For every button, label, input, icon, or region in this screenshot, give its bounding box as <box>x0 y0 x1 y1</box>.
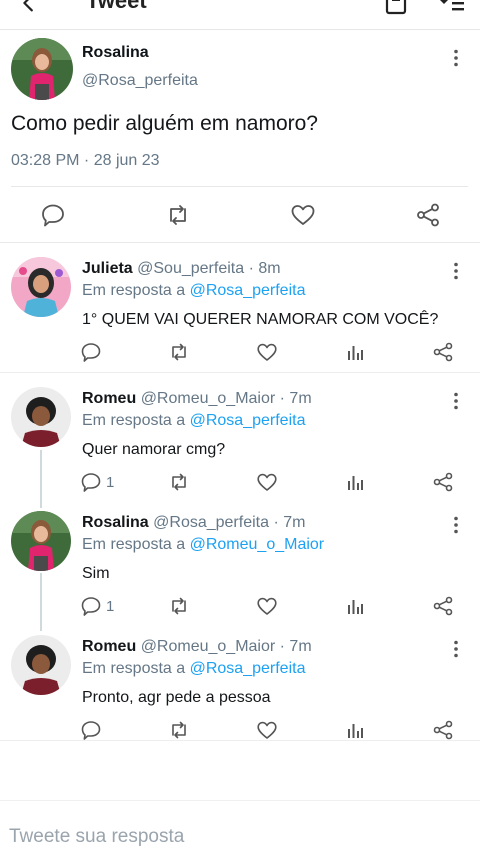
share-icon[interactable] <box>432 595 454 617</box>
settings-icon[interactable] <box>436 0 466 16</box>
like-icon[interactable] <box>256 719 278 741</box>
reply-to-link[interactable]: @Rosa_perfeita <box>190 660 306 677</box>
reply-author: Julieta @Sou_perfeita · 8m <box>82 260 281 278</box>
share-icon[interactable] <box>432 471 454 493</box>
reply-compose-bar[interactable]: Tweete sua resposta <box>0 800 480 860</box>
author-handle[interactable]: @Rosa_perfeita · 7m <box>153 514 305 531</box>
top-bar: Tweet <box>0 0 480 30</box>
more-options-icon[interactable] <box>446 639 466 659</box>
tweet-text: Como pedir alguém em namoro? <box>11 112 318 135</box>
page-title: Tweet <box>86 0 147 13</box>
reply-count: 1 <box>106 473 115 491</box>
reply-icon[interactable] <box>40 202 66 228</box>
author-name[interactable]: Julieta <box>82 260 133 277</box>
reply-context: Em resposta a @Rosa_perfeita <box>82 282 305 300</box>
reply-text: 1° QUEM VAI QUERER NAMORAR COM VOCÊ? <box>82 311 439 328</box>
main-tweet: Rosalina @Rosa_perfeita Como pedir algué… <box>0 30 480 243</box>
reply-tweet: Romeu @Romeu_o_Maior · 7m Em resposta a … <box>0 621 480 741</box>
retweet-icon[interactable] <box>165 202 191 228</box>
reply-prefix: Em resposta a <box>82 412 186 429</box>
reply-prefix: Em resposta a <box>82 536 186 553</box>
retweet-icon[interactable] <box>168 719 190 741</box>
analytics-icon[interactable] <box>344 341 366 363</box>
reply-icon[interactable] <box>80 595 102 617</box>
reply-to-link[interactable]: @Romeu_o_Maior <box>190 536 325 553</box>
like-icon[interactable] <box>256 595 278 617</box>
reply-action[interactable]: 1 <box>80 471 114 493</box>
reply-text: Quer namorar cmg? <box>82 441 226 458</box>
reply-icon[interactable] <box>80 471 102 493</box>
retweet-icon[interactable] <box>168 595 190 617</box>
reply-prefix: Em resposta a <box>82 660 186 677</box>
author-handle[interactable]: @Romeu_o_Maior · 7m <box>141 390 312 407</box>
like-icon[interactable] <box>256 471 278 493</box>
share-icon[interactable] <box>432 341 454 363</box>
avatar[interactable] <box>11 511 71 571</box>
reply-tweet: Romeu @Romeu_o_Maior · 7m Em resposta a … <box>0 373 480 497</box>
reply-icon[interactable] <box>80 719 102 741</box>
share-icon[interactable] <box>432 719 454 741</box>
reply-text: Pronto, agr pede a pessoa <box>82 689 271 706</box>
reply-prefix: Em resposta a <box>82 282 186 299</box>
like-icon[interactable] <box>256 341 278 363</box>
save-icon[interactable] <box>384 0 408 16</box>
retweet-icon[interactable] <box>168 471 190 493</box>
back-arrow-icon[interactable] <box>18 0 40 14</box>
analytics-icon[interactable] <box>344 595 366 617</box>
reply-text: Sim <box>82 565 110 582</box>
like-icon[interactable] <box>290 202 316 228</box>
author-name[interactable]: Romeu <box>82 390 136 407</box>
avatar[interactable] <box>11 38 73 100</box>
avatar[interactable] <box>11 257 71 317</box>
reply-to-link[interactable]: @Rosa_perfeita <box>190 412 306 429</box>
author-name[interactable]: Rosalina <box>82 44 149 62</box>
author-name[interactable]: Rosalina <box>82 514 149 531</box>
reply-action[interactable]: 1 <box>80 595 114 617</box>
reply-context: Em resposta a @Rosa_perfeita <box>82 412 305 430</box>
reply-author: Romeu @Romeu_o_Maior · 7m <box>82 638 312 656</box>
reply-tweet: Rosalina @Rosa_perfeita · 7m Em resposta… <box>0 497 480 621</box>
reply-action[interactable] <box>80 341 106 363</box>
reply-input[interactable]: Tweete sua resposta <box>9 826 184 848</box>
author-handle[interactable]: @Sou_perfeita · 8m <box>137 260 280 277</box>
avatar[interactable] <box>11 635 71 695</box>
author-handle[interactable]: @Romeu_o_Maior · 7m <box>141 638 312 655</box>
more-options-icon[interactable] <box>446 48 466 68</box>
reply-author: Rosalina @Rosa_perfeita · 7m <box>82 514 305 532</box>
tweet-timestamp[interactable]: 03:28 PM · 28 jun 23 <box>11 152 160 170</box>
author-handle[interactable]: @Rosa_perfeita <box>82 72 198 90</box>
more-options-icon[interactable] <box>446 261 466 281</box>
analytics-icon[interactable] <box>344 471 366 493</box>
more-options-icon[interactable] <box>446 391 466 411</box>
reply-icon[interactable] <box>80 341 102 363</box>
reply-author: Romeu @Romeu_o_Maior · 7m <box>82 390 312 408</box>
author-name[interactable]: Romeu <box>82 638 136 655</box>
analytics-icon[interactable] <box>344 719 366 741</box>
reply-context: Em resposta a @Romeu_o_Maior <box>82 536 324 554</box>
reply-count: 1 <box>106 597 115 615</box>
avatar[interactable] <box>11 387 71 447</box>
reply-to-link[interactable]: @Rosa_perfeita <box>190 282 306 299</box>
share-icon[interactable] <box>415 202 441 228</box>
retweet-icon[interactable] <box>168 341 190 363</box>
reply-action[interactable] <box>80 719 106 741</box>
divider <box>11 186 468 187</box>
more-options-icon[interactable] <box>446 515 466 535</box>
reply-tweet: Julieta @Sou_perfeita · 8m Em resposta a… <box>0 243 480 373</box>
reply-context: Em resposta a @Rosa_perfeita <box>82 660 305 678</box>
